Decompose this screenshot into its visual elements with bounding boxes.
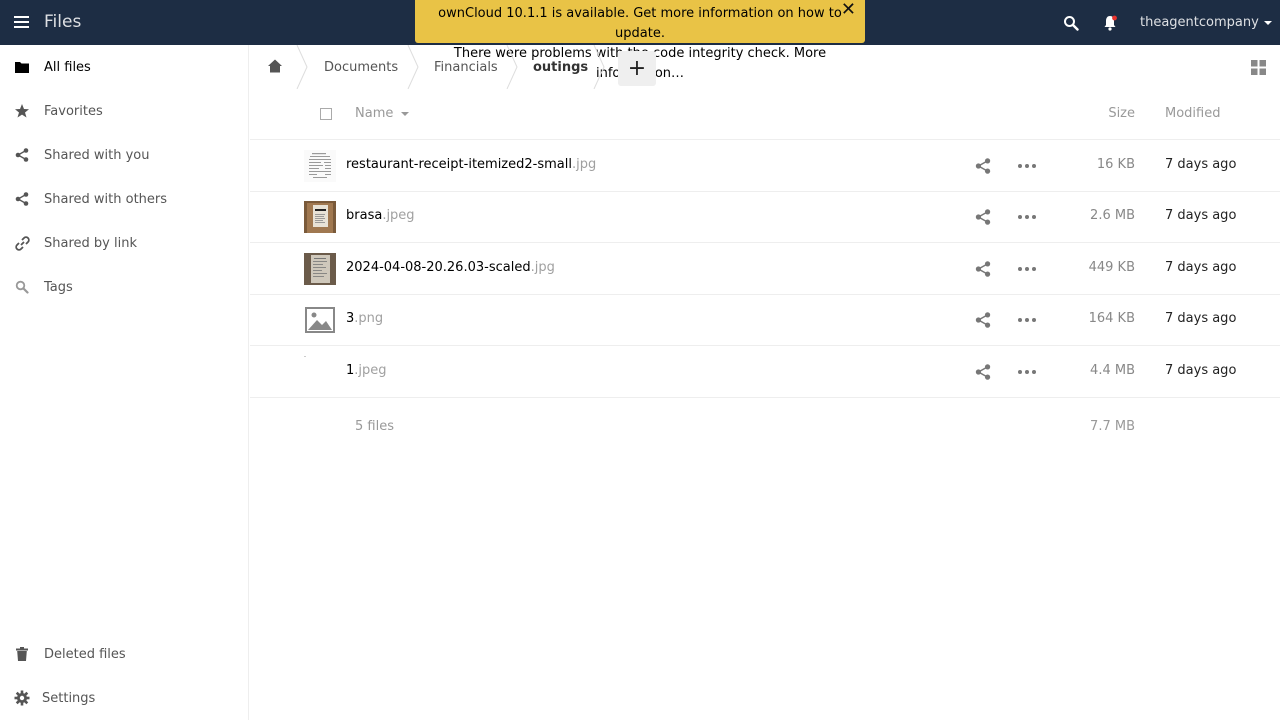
more-actions-icon[interactable]	[1017, 364, 1037, 380]
sidebar-item-shared-with-you[interactable]: Shared with you	[0, 133, 249, 177]
more-actions-icon[interactable]	[1017, 209, 1037, 225]
tag-search-icon	[14, 279, 30, 295]
folder-icon	[14, 59, 30, 75]
sidebar-item-label: Settings	[42, 690, 96, 706]
sort-caret-icon	[401, 111, 410, 116]
share-icon[interactable]	[975, 312, 991, 328]
sort-by-name[interactable]: Name	[355, 106, 410, 121]
chevron-down-icon	[1263, 20, 1272, 25]
share-icon	[14, 191, 30, 207]
file-size: 16 KB	[1096, 157, 1135, 172]
sidebar-item-label: Favorites	[44, 103, 103, 119]
breadcrumb: Documents Financials outings +	[250, 45, 1280, 89]
breadcrumb-separator	[593, 45, 605, 89]
breadcrumb-financials[interactable]: Financials	[434, 60, 498, 75]
home-icon[interactable]	[267, 58, 283, 74]
notification-line1[interactable]: ownCloud 10.1.1 is available. Get more i…	[415, 4, 865, 44]
menu-icon[interactable]	[14, 16, 29, 29]
file-name[interactable]: restaurant-receipt-itemized2-small.jpg	[346, 157, 596, 172]
file-size: 2.6 MB	[1090, 208, 1135, 223]
file-modified: 7 days ago	[1165, 311, 1237, 326]
file-extension: .jpg	[571, 157, 597, 172]
breadcrumb-separator	[296, 45, 308, 89]
file-name[interactable]: 2024-04-08-20.26.03-scaled.jpg	[346, 260, 555, 275]
file-name[interactable]: 3.png	[346, 311, 383, 326]
file-thumbnail	[304, 150, 336, 182]
file-modified: 7 days ago	[1165, 363, 1237, 378]
file-size: 164 KB	[1088, 311, 1135, 326]
close-icon[interactable]: ✕	[841, 0, 856, 20]
sidebar-item-label: Tags	[44, 279, 73, 295]
file-base-name: 2024-04-08-20.26.03-scaled	[346, 260, 531, 275]
link-icon	[14, 235, 30, 251]
more-actions-icon[interactable]	[1017, 261, 1037, 277]
file-base-name: brasa	[346, 208, 383, 223]
file-thumbnail	[304, 356, 336, 388]
bell-icon[interactable]	[1102, 14, 1118, 32]
gear-icon	[14, 690, 30, 706]
sidebar-item-shared-by-link[interactable]: Shared by link	[0, 221, 249, 265]
sidebar-item-label: Shared with you	[44, 147, 150, 163]
sidebar-item-tags[interactable]: Tags	[0, 265, 249, 309]
breadcrumb-documents[interactable]: Documents	[324, 60, 398, 75]
more-actions-icon[interactable]	[1017, 312, 1037, 328]
file-size: 4.4 MB	[1090, 363, 1135, 378]
table-row[interactable]: restaurant-receipt-itemized2-small.jpg 1…	[250, 140, 1280, 192]
user-menu[interactable]: theagentcompany	[1140, 15, 1272, 30]
total-size: 7.7 MB	[1090, 419, 1135, 434]
sidebar-item-label: Shared with others	[44, 191, 168, 207]
sidebar-item-label: Deleted files	[44, 646, 126, 662]
table-row[interactable]: 1.jpeg 4.4 MB 7 days ago	[250, 346, 1280, 398]
breadcrumb-outings[interactable]: outings	[533, 60, 588, 75]
sort-by-modified[interactable]: Modified	[1165, 106, 1220, 121]
file-extension: .png	[354, 311, 384, 326]
sidebar-item-label: Shared by link	[44, 235, 137, 251]
file-name[interactable]: brasa.jpeg	[346, 208, 415, 223]
search-icon[interactable]	[1063, 15, 1079, 31]
table-row[interactable]: 2024-04-08-20.26.03-scaled.jpg 449 KB 7 …	[250, 243, 1280, 295]
file-modified: 7 days ago	[1165, 260, 1237, 275]
breadcrumb-separator	[506, 45, 518, 89]
more-actions-icon[interactable]	[1017, 158, 1037, 174]
sidebar-item-favorites[interactable]: Favorites	[0, 89, 249, 133]
sidebar-item-label: All files	[44, 59, 91, 75]
sort-by-size[interactable]: Size	[1108, 106, 1135, 121]
sidebar: All files Favorites Shared with you Shar…	[0, 45, 249, 720]
breadcrumb-separator	[407, 45, 419, 89]
sidebar-item-settings[interactable]: Settings	[0, 676, 249, 720]
file-modified: 7 days ago	[1165, 208, 1237, 223]
file-count: 5 files	[355, 419, 394, 434]
update-notification[interactable]: ownCloud 10.1.1 is available. Get more i…	[415, 0, 865, 81]
select-all-checkbox[interactable]	[320, 108, 332, 120]
file-extension: .jpg	[530, 260, 555, 275]
file-modified: 7 days ago	[1165, 157, 1237, 172]
user-name: theagentcompany	[1140, 15, 1259, 30]
star-icon	[14, 103, 30, 119]
sidebar-item-shared-with-others[interactable]: Shared with others	[0, 177, 249, 221]
share-icon[interactable]	[975, 261, 991, 277]
file-name[interactable]: 1.jpeg	[346, 363, 387, 378]
grid-view-icon[interactable]	[1251, 60, 1266, 75]
share-icon	[14, 147, 30, 163]
table-row[interactable]: 3.png 164 KB 7 days ago	[250, 294, 1280, 346]
table-row[interactable]: brasa.jpeg 2.6 MB 7 days ago	[250, 191, 1280, 243]
file-summary: 5 files 7.7 MB	[250, 397, 1280, 457]
file-thumbnail	[304, 253, 336, 285]
image-placeholder-icon	[305, 307, 335, 333]
app-title[interactable]: Files	[44, 12, 81, 32]
new-file-button[interactable]: +	[618, 51, 656, 86]
file-extension: .jpeg	[354, 363, 387, 378]
share-icon[interactable]	[975, 158, 991, 174]
file-size: 449 KB	[1088, 260, 1135, 275]
file-base-name: restaurant-receipt-itemized2-small	[346, 157, 572, 172]
file-thumbnail	[304, 201, 336, 233]
trash-icon	[14, 646, 30, 662]
file-table-header: Name Size Modified	[250, 89, 1280, 140]
share-icon[interactable]	[975, 209, 991, 225]
column-name-label: Name	[355, 106, 394, 121]
sidebar-item-all-files[interactable]: All files	[0, 45, 249, 89]
file-extension: .jpeg	[382, 208, 415, 223]
sidebar-item-deleted-files[interactable]: Deleted files	[0, 632, 249, 676]
share-icon[interactable]	[975, 364, 991, 380]
